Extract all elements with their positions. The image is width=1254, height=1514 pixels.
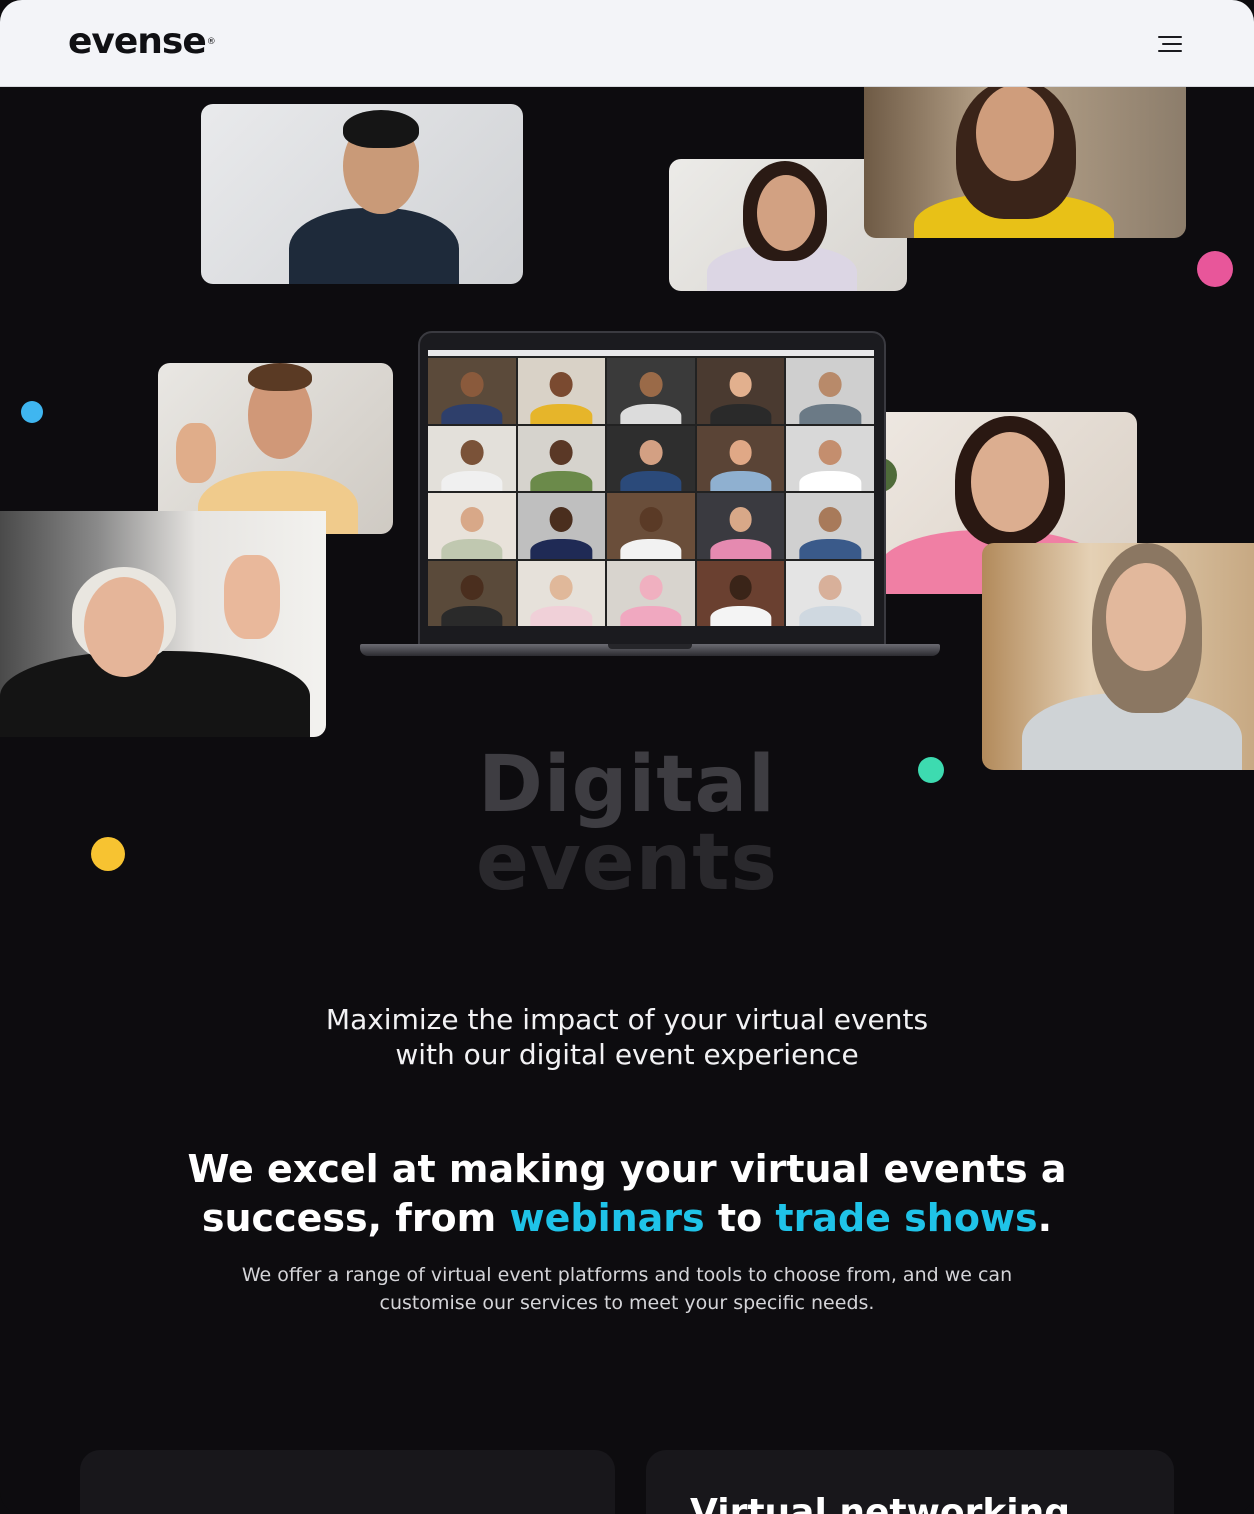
feature-card-virtual-networking[interactable]: Virtual networking — [646, 1450, 1174, 1514]
headline-end: . — [1037, 1196, 1053, 1240]
video-tile — [428, 425, 516, 491]
browser-bar — [428, 350, 874, 356]
video-tile — [786, 358, 874, 424]
video-tile — [607, 493, 695, 559]
video-tile — [696, 493, 785, 559]
intro-subtitle: Maximize the impact of your virtual even… — [325, 1003, 929, 1071]
video-tile — [428, 560, 516, 626]
hamburger-menu-button[interactable] — [1154, 30, 1186, 58]
laptop-notch — [608, 644, 692, 649]
video-tile — [607, 560, 695, 626]
hero-title-line1: Digital — [478, 740, 776, 830]
photo-older-woman-waving — [0, 511, 326, 737]
video-tile — [517, 358, 606, 424]
video-tile — [696, 425, 785, 491]
video-tile — [786, 425, 874, 491]
video-tile — [607, 425, 695, 491]
video-tile — [786, 560, 874, 626]
video-tile — [607, 358, 695, 424]
menu-line — [1158, 50, 1182, 52]
registered-mark: ® — [206, 37, 216, 47]
highlight-trade-shows: trade shows — [775, 1196, 1038, 1240]
decorative-dot-pink — [1197, 251, 1233, 287]
site-header: evense® — [0, 0, 1254, 87]
headline-text: to — [704, 1196, 776, 1240]
video-tile — [517, 493, 606, 559]
video-tile — [428, 493, 516, 559]
video-tile — [696, 358, 785, 424]
highlight-webinars: webinars — [509, 1196, 705, 1240]
hero-title-line2: events — [476, 818, 778, 908]
photo-woman-yellow-sweater — [864, 87, 1186, 238]
evense-logo[interactable]: evense® — [68, 21, 216, 62]
card-title: Virtual networking — [690, 1492, 1071, 1514]
video-tile — [428, 358, 516, 424]
decorative-dot-blue — [21, 401, 43, 423]
mission-headline: We excel at making your virtual events a… — [160, 1145, 1094, 1243]
photo-man-glasses-pointing — [201, 104, 523, 284]
menu-line — [1158, 36, 1182, 38]
video-tile — [517, 425, 606, 491]
video-tile — [786, 493, 874, 559]
page: evense® Digital events Maximize the impa… — [0, 0, 1254, 1514]
photo-man-headset-waving — [158, 363, 393, 534]
photo-older-woman-grey-hair — [982, 543, 1254, 770]
video-tile — [696, 560, 785, 626]
video-tile — [517, 560, 606, 626]
menu-line — [1162, 43, 1182, 45]
laptop-video-grid — [428, 350, 874, 626]
logo-text: evense — [68, 21, 207, 62]
mission-body: We offer a range of virtual event platfo… — [241, 1264, 1013, 1314]
feature-card-1[interactable] — [80, 1450, 615, 1514]
